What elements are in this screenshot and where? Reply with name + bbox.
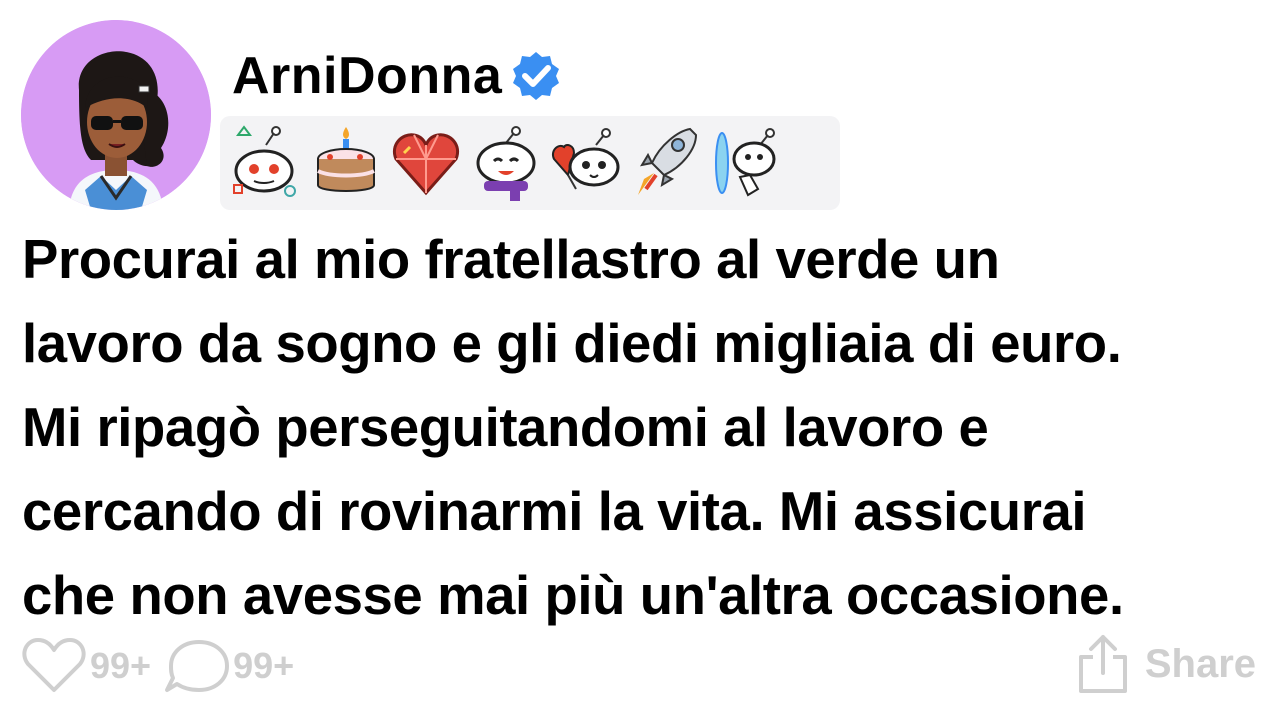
share-label: Share bbox=[1144, 641, 1256, 686]
username[interactable]: ArniDonna bbox=[232, 50, 502, 102]
comment-button[interactable]: 99+ bbox=[163, 636, 294, 696]
post-body-line: lavoro da sogno e gli diedi migliaia di … bbox=[22, 313, 1122, 374]
post-body-line: Procurai al mio fratellastro al verde un bbox=[22, 229, 1000, 290]
like-count: 99+ bbox=[90, 645, 152, 686]
trophy-case bbox=[220, 116, 840, 210]
snoo-portal-trophy-icon[interactable] bbox=[710, 123, 782, 203]
post-actions: 99+ 99+ bbox=[20, 636, 306, 696]
post-body: Procurai al mio fratellastro al verde un… bbox=[22, 218, 1272, 638]
avatar[interactable] bbox=[21, 20, 211, 210]
post-body-line: cercando di rovinarmi la vita. Mi assicu… bbox=[22, 481, 1087, 542]
snoo-heart-balloon-trophy-icon[interactable] bbox=[550, 123, 622, 203]
avatar-illustration bbox=[21, 20, 211, 210]
share-icon bbox=[1078, 635, 1127, 693]
gem-heart-trophy-icon[interactable] bbox=[390, 123, 462, 203]
comment-bubble-icon bbox=[165, 640, 230, 692]
verified-badge-icon bbox=[508, 48, 564, 104]
share-button[interactable]: Share bbox=[1075, 632, 1256, 696]
comment-count: 99+ bbox=[233, 645, 295, 686]
rocket-trophy-icon[interactable] bbox=[630, 123, 702, 203]
snoo-scarf-trophy-icon[interactable] bbox=[470, 123, 542, 203]
cake-day-trophy-icon[interactable] bbox=[310, 123, 382, 203]
post-body-line: che non avesse mai più un'altra occasion… bbox=[22, 565, 1124, 626]
post-author: ArniDonna bbox=[232, 44, 564, 108]
post-body-line: Mi ripagò perseguitandomi al lavoro e bbox=[22, 397, 989, 458]
heart-icon bbox=[22, 638, 86, 692]
snoo-shapes-trophy-icon[interactable] bbox=[230, 123, 302, 203]
like-button[interactable]: 99+ bbox=[20, 636, 151, 696]
